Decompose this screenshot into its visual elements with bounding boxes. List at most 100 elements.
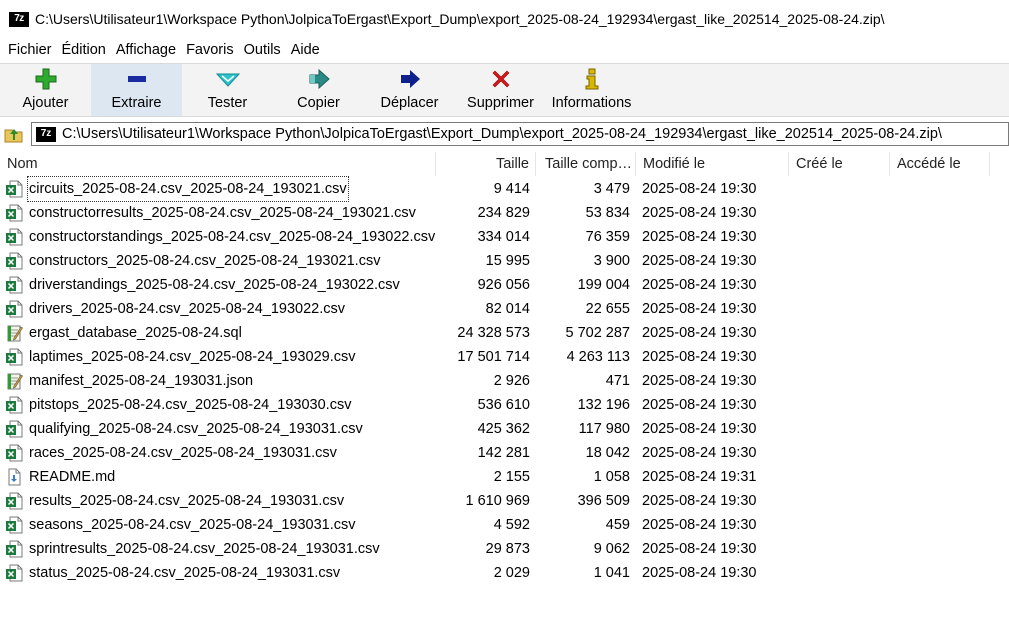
file-size: 9 414: [493, 181, 530, 197]
file-name: laptimes_2025-08-24.csv_2025-08-24_19302…: [29, 349, 356, 365]
file-name: manifest_2025-08-24_193031.json: [29, 373, 254, 389]
file-size: 142 281: [477, 445, 530, 461]
file-name-cell: status_2025-08-24.csv_2025-08-24_193031.…: [5, 561, 435, 585]
menu-favoris[interactable]: Favoris: [181, 38, 239, 62]
file-name: constructors_2025-08-24.csv_2025-08-24_1…: [29, 253, 381, 269]
file-name-cell: races_2025-08-24.csv_2025-08-24_193031.c…: [5, 441, 435, 465]
file-modified-date: 2025-08-24 19:30: [642, 229, 757, 245]
table-row[interactable]: qualifying_2025-08-24.csv_2025-08-24_193…: [0, 417, 1009, 441]
file-size: 17 501 714: [457, 349, 530, 365]
table-row[interactable]: driverstandings_2025-08-24.csv_2025-08-2…: [0, 273, 1009, 297]
column-header-size[interactable]: Taille: [436, 152, 536, 176]
column-header-modified[interactable]: Modifié le: [636, 152, 789, 176]
file-packed-size: 132 196: [577, 397, 630, 413]
json-file-icon: [5, 372, 23, 390]
move-label: Déplacer: [380, 95, 439, 111]
file-size: 15 995: [485, 253, 530, 269]
csv-file-icon: [5, 540, 23, 558]
table-row[interactable]: README.md 2 155 1 058 2025-08-24 19:31: [0, 465, 1009, 489]
table-row[interactable]: ergast_database_2025-08-24.sql 24 328 573…: [0, 321, 1009, 345]
info-button[interactable]: Informations: [546, 64, 637, 116]
menu-fichier[interactable]: Fichier: [3, 38, 57, 62]
menu-affichage[interactable]: Affichage: [111, 38, 181, 62]
add-button[interactable]: Ajouter: [0, 64, 91, 116]
file-modified-date: 2025-08-24 19:30: [642, 541, 757, 557]
file-name-cell: drivers_2025-08-24.csv_2025-08-24_193022…: [5, 297, 435, 321]
table-row[interactable]: seasons_2025-08-24.csv_2025-08-24_193031…: [0, 513, 1009, 537]
file-modified-date: 2025-08-24 19:30: [642, 253, 757, 269]
column-header-name[interactable]: Nom: [0, 152, 436, 176]
csv-file-icon: [5, 276, 23, 294]
address-input[interactable]: [62, 126, 992, 142]
table-row[interactable]: circuits_2025-08-24.csv_2025-08-24_19302…: [0, 176, 1009, 202]
file-packed-size: 471: [605, 373, 630, 389]
copy-arrow-icon: [307, 65, 331, 93]
csv-file-icon: [5, 444, 23, 462]
csv-file-icon: [5, 204, 23, 222]
extract-button[interactable]: Extraire: [91, 64, 182, 116]
table-row[interactable]: status_2025-08-24.csv_2025-08-24_193031.…: [0, 561, 1009, 585]
file-name-cell: constructors_2025-08-24.csv_2025-08-24_1…: [5, 249, 435, 273]
column-header-packed-size[interactable]: Taille comp…: [536, 152, 636, 176]
table-row[interactable]: drivers_2025-08-24.csv_2025-08-24_193022…: [0, 297, 1009, 321]
move-arrow-icon: [398, 65, 422, 93]
column-header-accessed[interactable]: Accédé le: [890, 152, 990, 176]
file-packed-size: 9 062: [593, 541, 630, 557]
sql-file-icon: [5, 324, 23, 342]
file-name-cell: pitstops_2025-08-24.csv_2025-08-24_19303…: [5, 393, 435, 417]
table-row[interactable]: pitstops_2025-08-24.csv_2025-08-24_19303…: [0, 393, 1009, 417]
column-header-created[interactable]: Créé le: [789, 152, 890, 176]
menu-edition[interactable]: Édition: [57, 38, 111, 62]
copy-button[interactable]: Copier: [273, 64, 364, 116]
file-modified-date: 2025-08-24 19:30: [642, 205, 757, 221]
csv-file-icon: [5, 420, 23, 438]
file-packed-size: 3 479: [593, 181, 630, 197]
folder-up-icon: [4, 129, 23, 143]
table-row[interactable]: manifest_2025-08-24_193031.json 2 926 471 2…: [0, 369, 1009, 393]
menu-aide[interactable]: Aide: [286, 38, 325, 62]
file-modified-date: 2025-08-24 19:30: [642, 445, 757, 461]
markdown-file-icon: [5, 468, 23, 486]
file-modified-date: 2025-08-24 19:30: [642, 421, 757, 437]
table-row[interactable]: races_2025-08-24.csv_2025-08-24_193031.c…: [0, 441, 1009, 465]
move-button[interactable]: Déplacer: [364, 64, 455, 116]
table-row[interactable]: laptimes_2025-08-24.csv_2025-08-24_19302…: [0, 345, 1009, 369]
table-row[interactable]: sprintresults_2025-08-24.csv_2025-08-24_…: [0, 537, 1009, 561]
file-modified-date: 2025-08-24 19:30: [642, 349, 757, 365]
csv-file-icon: [5, 228, 23, 246]
table-row[interactable]: results_2025-08-24.csv_2025-08-24_193031…: [0, 489, 1009, 513]
file-size: 82 014: [485, 301, 530, 317]
csv-file-icon: [5, 348, 23, 366]
file-size: 334 014: [477, 229, 530, 245]
file-name: constructorstandings_2025-08-24.csv_2025…: [29, 229, 436, 245]
info-icon: [583, 65, 601, 93]
file-packed-size: 53 834: [585, 205, 630, 221]
file-name-cell: laptimes_2025-08-24.csv_2025-08-24_19302…: [5, 345, 435, 369]
file-modified-date: 2025-08-24 19:30: [642, 565, 757, 581]
table-row[interactable]: constructorstandings_2025-08-24.csv_2025…: [0, 225, 1009, 249]
up-folder-button[interactable]: [2, 122, 26, 146]
test-button[interactable]: Tester: [182, 64, 273, 116]
csv-file-icon: [5, 180, 23, 198]
delete-button[interactable]: Supprimer: [455, 64, 546, 116]
7zip-archive-icon: 7z: [36, 126, 56, 142]
file-size: 29 873: [485, 541, 530, 557]
address-field: 7z: [31, 122, 1009, 146]
file-packed-size: 5 702 287: [565, 325, 630, 341]
file-name-cell: results_2025-08-24.csv_2025-08-24_193031…: [5, 489, 435, 513]
file-name: seasons_2025-08-24.csv_2025-08-24_193031…: [29, 517, 356, 533]
file-name: circuits_2025-08-24.csv_2025-08-24_19302…: [27, 176, 349, 202]
file-packed-size: 76 359: [585, 229, 630, 245]
file-size: 536 610: [477, 397, 530, 413]
window-title: C:\Users\Utilisateur1\Workspace Python\J…: [35, 11, 885, 27]
file-name: status_2025-08-24.csv_2025-08-24_193031.…: [29, 565, 341, 581]
file-name: races_2025-08-24.csv_2025-08-24_193031.c…: [29, 445, 337, 461]
file-name: ergast_database_2025-08-24.sql: [29, 325, 242, 341]
test-check-icon: [215, 65, 241, 93]
table-row[interactable]: constructors_2025-08-24.csv_2025-08-24_1…: [0, 249, 1009, 273]
menu-outils[interactable]: Outils: [239, 38, 286, 62]
table-row[interactable]: constructorresults_2025-08-24.csv_2025-0…: [0, 201, 1009, 225]
csv-file-icon: [5, 300, 23, 318]
file-modified-date: 2025-08-24 19:31: [642, 469, 757, 485]
file-size: 4 592: [493, 517, 530, 533]
